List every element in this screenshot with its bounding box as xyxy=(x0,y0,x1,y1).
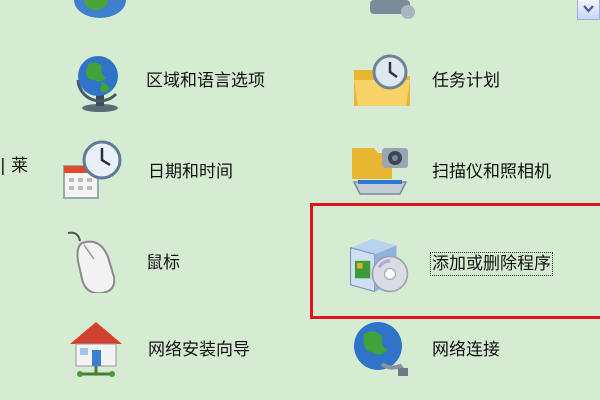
mouse-icon xyxy=(67,231,116,293)
item-date-time[interactable]: 日期和时间 xyxy=(60,134,290,212)
chevron-down-icon xyxy=(583,5,594,13)
item-network-connections[interactable]: 网络连接 xyxy=(348,314,548,394)
highlight-box xyxy=(310,203,600,319)
item-label: 区域和语言选项 xyxy=(146,71,265,91)
item-label: 日期和时间 xyxy=(148,162,233,182)
item-label: 鼠标 xyxy=(146,253,180,273)
sidebar-partial-label: | 莱 xyxy=(0,156,29,176)
scanner-camera-icon xyxy=(352,148,408,195)
globe-clock-icon xyxy=(76,56,118,112)
partial-icon-top-left xyxy=(74,0,126,18)
item-network-setup-wizard[interactable]: 网络安装向导 xyxy=(64,314,304,394)
globe-plug-icon xyxy=(354,322,408,376)
scroll-down-button[interactable] xyxy=(577,0,600,20)
item-scanners-cameras[interactable]: 扫描仪和照相机 xyxy=(348,134,588,212)
house-network-icon xyxy=(70,322,122,377)
item-label: 网络安装向导 xyxy=(148,340,250,360)
item-mouse[interactable]: 鼠标 xyxy=(62,225,262,305)
item-label: 任务计划 xyxy=(432,71,500,91)
item-label: 网络连接 xyxy=(432,340,500,360)
item-task-scheduler[interactable]: 任务计划 xyxy=(350,48,550,118)
partial-icon-top-right xyxy=(370,0,415,19)
folder-clock-icon xyxy=(354,54,410,106)
calendar-clock-icon xyxy=(63,140,122,199)
item-region-language[interactable]: 区域和语言选项 xyxy=(66,48,296,118)
item-label: 扫描仪和照相机 xyxy=(432,162,551,182)
